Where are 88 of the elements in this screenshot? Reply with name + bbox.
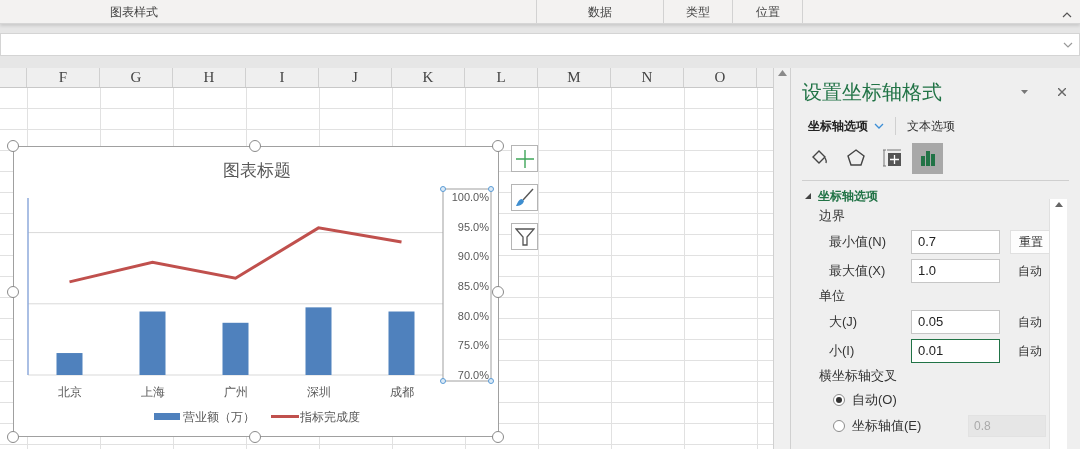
group-label: 单位 bbox=[819, 287, 846, 306]
selection-handle[interactable] bbox=[440, 186, 446, 192]
legend-label: 营业额（万） bbox=[183, 410, 255, 424]
bar bbox=[56, 353, 83, 375]
ribbon-group-label: 类型 bbox=[686, 4, 710, 21]
collapse-ribbon-icon[interactable] bbox=[1062, 12, 1072, 18]
chart-filters-button[interactable] bbox=[511, 223, 538, 250]
resize-handle[interactable] bbox=[7, 286, 19, 298]
column-header[interactable]: L bbox=[496, 68, 506, 89]
close-button[interactable] bbox=[1058, 88, 1066, 96]
section-header[interactable]: 坐标轴选项 bbox=[805, 187, 878, 205]
input-field[interactable]: 1.0 bbox=[911, 258, 1000, 283]
bar bbox=[388, 311, 415, 375]
expanded-triangle-icon bbox=[805, 193, 811, 199]
column-header[interactable]: F bbox=[58, 68, 68, 89]
auto-label: 自动 bbox=[1018, 342, 1042, 360]
bar bbox=[305, 307, 332, 375]
category-label: 上海 bbox=[140, 385, 165, 399]
plus-icon bbox=[515, 149, 534, 168]
field-label: 最大值(X) bbox=[829, 261, 887, 280]
dropdown-chevron-icon[interactable] bbox=[1063, 41, 1073, 48]
axis-tick-label: 100.0% bbox=[451, 191, 489, 203]
panel-tab[interactable]: 文本选项 bbox=[895, 117, 955, 135]
ribbon-group-label: 位置 bbox=[755, 4, 780, 21]
axis-tick-label: 90.0% bbox=[457, 250, 489, 263]
selection-handle[interactable] bbox=[488, 186, 494, 192]
category-label: 成都 bbox=[389, 385, 414, 399]
column-header[interactable]: H bbox=[203, 68, 215, 89]
move-resize-icon bbox=[881, 148, 902, 168]
radio-label: 坐标轴值(E) bbox=[852, 417, 923, 436]
column-header[interactable]: M bbox=[567, 68, 581, 89]
selection-handle[interactable] bbox=[488, 378, 494, 384]
close-icon bbox=[1058, 88, 1066, 96]
auto-label: 自动 bbox=[1018, 313, 1042, 331]
legend-swatch bbox=[271, 415, 299, 418]
radio-label: 自动(O) bbox=[852, 391, 898, 410]
panel-tab[interactable]: 坐标轴选项 bbox=[808, 117, 895, 135]
field-label: 最小值(N) bbox=[829, 232, 888, 251]
chart-elements-button[interactable] bbox=[511, 145, 538, 172]
funnel-icon bbox=[514, 226, 535, 247]
scroll-up-icon[interactable] bbox=[777, 70, 787, 76]
icon-tab[interactable] bbox=[912, 142, 943, 174]
column-header[interactable]: N bbox=[641, 68, 653, 89]
column-header[interactable]: O bbox=[714, 68, 726, 89]
column-header[interactable]: I bbox=[279, 68, 285, 89]
ribbon-group-label: 图表样式 bbox=[110, 4, 158, 21]
scroll-up-icon[interactable] bbox=[1054, 202, 1063, 207]
category-label: 北京 bbox=[57, 385, 82, 399]
selection-handle[interactable] bbox=[440, 378, 446, 384]
reset-button[interactable]: 重置 bbox=[1010, 229, 1051, 254]
ribbon-group-label: 数据 bbox=[588, 4, 612, 21]
auto-label: 自动 bbox=[1018, 262, 1042, 280]
resize-handle[interactable] bbox=[7, 431, 19, 443]
resize-handle[interactable] bbox=[249, 140, 261, 152]
brush-icon bbox=[514, 187, 535, 208]
resize-handle[interactable] bbox=[492, 431, 504, 443]
bar bbox=[139, 311, 166, 375]
panel-title: 设置坐标轴格式 bbox=[802, 80, 943, 105]
chart-area[interactable]: 图表标题 北京 上海 广州 深圳 成都 100.0% 95.0% 90.0% 85.0% 80.0% 75.0% 70.0% 营业额（万） 指标完成度 bbox=[13, 146, 499, 437]
chart-styles-button[interactable] bbox=[511, 184, 538, 211]
chart-title: 图表标题 bbox=[223, 161, 291, 180]
group-label: 边界 bbox=[819, 207, 846, 226]
category-label: 深圳 bbox=[306, 385, 331, 399]
chevron-down-icon bbox=[874, 123, 884, 129]
axis-tick-label: 75.0% bbox=[457, 339, 489, 352]
axis-tick-label: 95.0% bbox=[457, 220, 489, 233]
field-label: 大(J) bbox=[829, 312, 859, 331]
panel-menu-button[interactable] bbox=[1021, 90, 1028, 94]
axis-tick-label: 85.0% bbox=[457, 280, 489, 292]
caret-icon bbox=[1021, 90, 1028, 94]
category-label: 广州 bbox=[223, 385, 248, 399]
field-label: 小(I) bbox=[829, 341, 856, 360]
input-field[interactable]: 0.05 bbox=[911, 309, 1000, 334]
input-field[interactable]: 0.7 bbox=[911, 229, 1000, 254]
pentagon-icon bbox=[845, 148, 866, 168]
resize-handle[interactable] bbox=[492, 140, 504, 152]
column-header[interactable]: G bbox=[130, 68, 142, 89]
bar bbox=[222, 322, 249, 375]
axis-tick-label: 70.0% bbox=[457, 369, 489, 381]
column-header[interactable]: J bbox=[352, 68, 358, 89]
legend-label: 指标完成度 bbox=[300, 410, 360, 424]
axis-tick-label: 80.0% bbox=[457, 309, 489, 322]
resize-handle[interactable] bbox=[7, 140, 19, 152]
input-field[interactable]: 0.01 bbox=[911, 338, 1000, 363]
group-label: 横坐标轴交叉 bbox=[819, 367, 898, 386]
column-header[interactable]: K bbox=[422, 68, 434, 89]
legend-swatch bbox=[154, 413, 180, 420]
radio-button[interactable] bbox=[833, 394, 845, 406]
